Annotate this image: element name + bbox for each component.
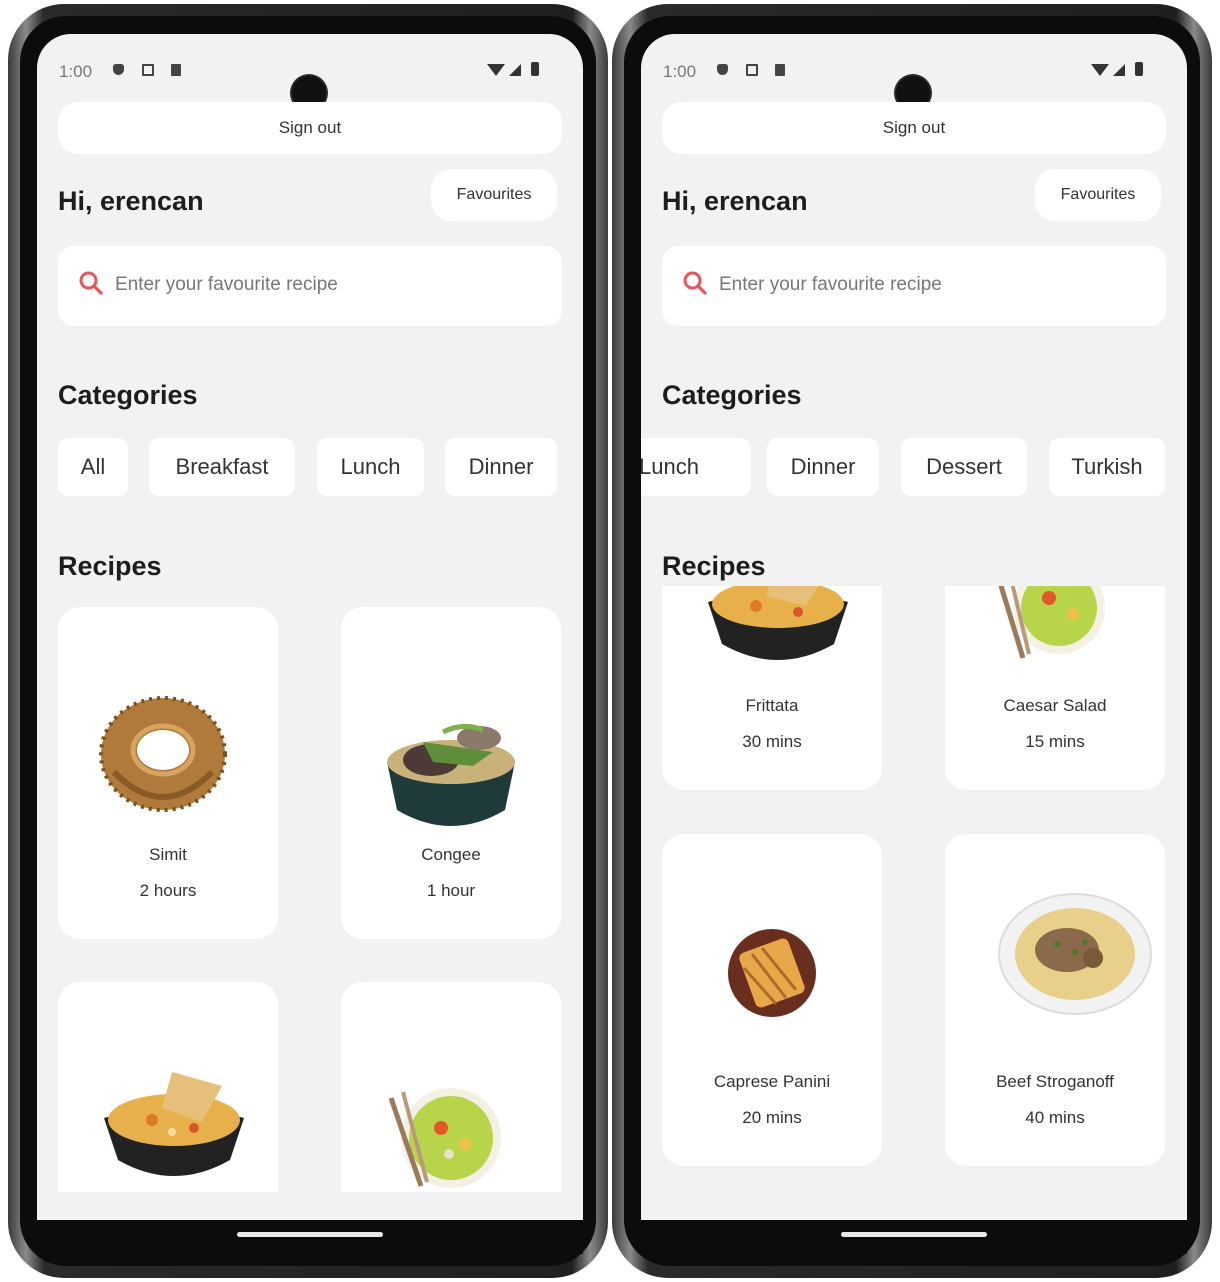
recipe-name: Simit — [149, 845, 187, 864]
sd-card-icon — [171, 64, 181, 76]
app-screen-right: 1:00 Sign out Hi, erencan Favourites Ent… — [641, 34, 1187, 1220]
home-indicator[interactable] — [841, 1232, 987, 1237]
status-time: 1:00 — [59, 62, 93, 81]
recipe-time: 15 mins — [1025, 732, 1085, 751]
search-icon — [683, 271, 707, 295]
recipe-name: Congee — [421, 845, 481, 864]
frittata-image — [104, 1072, 244, 1176]
category-list: All Breakfast Lunch Dinner — [37, 438, 583, 498]
app-screen-left: 1:00 Sign out Hi, erencan Favourites Ent… — [37, 34, 583, 1220]
category-chip-lunch[interactable]: Lunch — [641, 438, 751, 496]
recipe-name: Frittata — [745, 696, 799, 715]
category-chip-turkish[interactable]: Turkish — [1049, 438, 1165, 496]
recipe-time: 20 mins — [742, 1108, 802, 1127]
category-chip-breakfast[interactable]: Breakfast — [149, 438, 295, 496]
recipe-name: Beef Stroganoff — [996, 1072, 1114, 1091]
home-indicator[interactable] — [237, 1232, 383, 1237]
recipe-card-frittata[interactable]: Frittata 30 mins — [662, 586, 882, 790]
category-list: Lunch Dinner Dessert Turkish — [641, 438, 1187, 498]
favourites-button[interactable]: Favourites — [431, 169, 557, 221]
recipe-time: 30 mins — [742, 732, 802, 751]
search-placeholder: Enter your favourite recipe — [719, 274, 942, 295]
shield-icon — [717, 64, 728, 75]
battery-icon — [531, 62, 539, 76]
search-input[interactable]: Enter your favourite recipe — [58, 246, 562, 326]
gesture-nav-area — [641, 1220, 1187, 1254]
recipe-grid-scrolled: Frittata 30 mins Caesar Salad 15 mins Ca… — [641, 586, 1187, 1220]
recipes-title: Recipes — [58, 551, 162, 581]
status-bar: 1:00 — [641, 58, 1187, 110]
caesar-salad-image — [388, 1088, 501, 1188]
battery-icon — [1135, 62, 1143, 76]
signal-icon — [509, 64, 521, 76]
notification-icon — [142, 64, 154, 76]
caesar-salad-image — [998, 586, 1105, 659]
gesture-nav-area — [37, 1220, 583, 1254]
recipe-card-caesar-salad[interactable]: Caesar Salad 15 mins — [945, 586, 1165, 790]
category-chip-lunch[interactable]: Lunch — [317, 438, 424, 496]
caprese-panini-image — [728, 929, 816, 1017]
categories-title: Categories — [662, 380, 802, 410]
search-placeholder: Enter your favourite recipe — [115, 274, 338, 295]
wifi-icon — [1091, 64, 1109, 76]
recipe-name: Caesar Salad — [1003, 696, 1107, 715]
search-input[interactable]: Enter your favourite recipe — [662, 246, 1166, 326]
notification-icon — [746, 64, 758, 76]
category-chip-all[interactable]: All — [58, 438, 128, 496]
signal-icon — [1113, 64, 1125, 76]
wifi-icon — [487, 64, 505, 76]
simit-image — [99, 696, 227, 812]
recipes-title: Recipes — [662, 551, 766, 581]
recipe-time: 40 mins — [1025, 1108, 1085, 1127]
sign-out-button[interactable]: Sign out — [58, 102, 562, 154]
recipe-name: Caprese Panini — [713, 1072, 831, 1091]
recipe-card-frittata[interactable] — [58, 982, 278, 1192]
categories-title: Categories — [58, 380, 198, 410]
recipe-grid-overflow — [37, 974, 583, 1192]
greeting-title: Hi, erencan — [58, 186, 204, 216]
category-chip-dinner[interactable]: Dinner — [445, 438, 557, 496]
recipe-card-caprese-panini[interactable]: Caprese Panini 20 mins — [662, 834, 882, 1166]
recipe-time: 2 hours — [139, 881, 197, 900]
recipe-card-caesar-salad[interactable] — [341, 982, 561, 1192]
recipe-card-simit[interactable]: Simit 2 hours — [58, 607, 278, 939]
frittata-image — [708, 586, 848, 660]
recipe-card-beef-stroganoff[interactable]: Beef Stroganoff 40 mins — [945, 834, 1165, 1166]
search-icon — [79, 271, 103, 295]
category-chip-dinner[interactable]: Dinner — [767, 438, 879, 496]
favourites-button[interactable]: Favourites — [1035, 169, 1161, 221]
sign-out-button[interactable]: Sign out — [662, 102, 1166, 154]
phone-frame-left: 1:00 Sign out Hi, erencan Favourites Ent… — [8, 4, 608, 1278]
recipe-time: 1 hour — [426, 881, 476, 900]
phone-frame-right: 1:00 Sign out Hi, erencan Favourites Ent… — [612, 4, 1212, 1278]
shield-icon — [113, 64, 124, 75]
congee-image — [387, 724, 515, 826]
status-time: 1:00 — [663, 62, 697, 81]
greeting-title: Hi, erencan — [662, 186, 808, 216]
category-chip-dessert[interactable]: Dessert — [901, 438, 1027, 496]
status-bar: 1:00 — [37, 58, 583, 110]
recipe-card-congee[interactable]: Congee 1 hour — [341, 607, 561, 939]
sd-card-icon — [775, 64, 785, 76]
beef-stroganoff-image — [998, 893, 1152, 1015]
